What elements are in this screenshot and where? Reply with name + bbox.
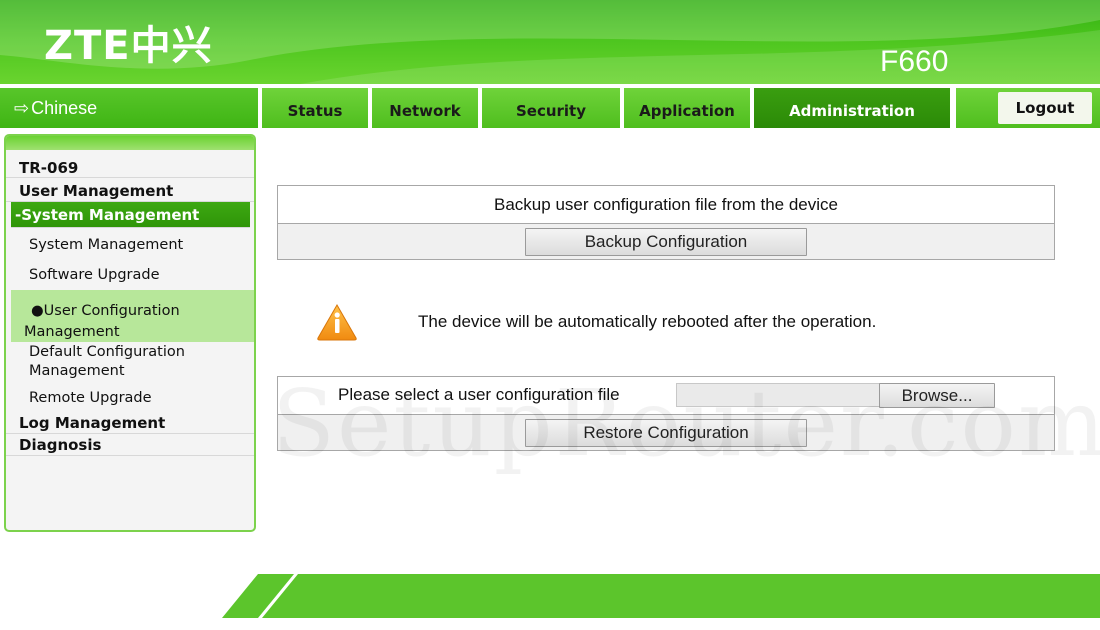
zte-logo: ZTE中兴 [44, 23, 213, 69]
logout-button[interactable]: Logout [998, 92, 1092, 124]
sidebar-item-diagnosis[interactable]: Diagnosis [6, 435, 254, 456]
warning-text: The device will be automatically reboote… [418, 312, 877, 331]
tab-status[interactable]: Status [262, 88, 368, 128]
tab-application[interactable]: Application [624, 88, 750, 128]
header-banner: ZTE中兴 F660 [0, 0, 1100, 84]
warning-icon [317, 303, 357, 341]
sidebar-top-band [6, 136, 254, 150]
user-config-label-line1: User Configuration [43, 303, 180, 319]
sidebar-sub-software-upgrade[interactable]: Software Upgrade [6, 262, 254, 288]
file-path-input[interactable] [676, 383, 880, 407]
backup-section: Backup user configuration file from the … [277, 185, 1055, 260]
backup-description: Backup user configuration file from the … [494, 195, 838, 214]
arrow-right-icon: ⇨ [14, 98, 30, 118]
sidebar-sub-remote-upgrade[interactable]: Remote Upgrade [6, 386, 254, 410]
restore-configuration-button[interactable]: Restore Configuration [525, 419, 807, 447]
user-config-label-line2: Management [24, 324, 120, 340]
restore-section: Please select a user configuration file … [277, 376, 1055, 451]
default-config-label-line2: Management [29, 363, 125, 379]
file-select-label: Please select a user configuration file [338, 385, 620, 404]
sidebar-menu: TR-069 User Management -System Managemen… [4, 134, 256, 532]
tab-network[interactable]: Network [372, 88, 478, 128]
footer-stripe [222, 574, 1100, 618]
default-config-label-line1: Default Configuration [29, 344, 185, 360]
nav-bar: ⇨ Chinese Status Network Security Applica… [0, 88, 1100, 128]
sidebar-sub-default-configuration-management[interactable]: Default Configuration Management [6, 343, 254, 383]
logout-area: Logout [956, 88, 1100, 128]
sidebar-item-tr069[interactable]: TR-069 [6, 158, 254, 178]
sidebar-item-log-management[interactable]: Log Management [6, 412, 254, 434]
tab-security[interactable]: Security [482, 88, 620, 128]
tab-administration[interactable]: Administration [754, 88, 950, 128]
bullet-icon: ● [31, 303, 44, 319]
sidebar-sub-system-management[interactable]: System Management [6, 232, 254, 258]
language-link[interactable]: ⇨ Chinese [0, 88, 258, 128]
browse-button[interactable]: Browse... [879, 383, 995, 408]
device-model: F660 [880, 45, 949, 78]
sidebar-item-user-management[interactable]: User Management [6, 180, 254, 202]
language-label: Chinese [31, 98, 98, 118]
sidebar-sub-user-configuration-management[interactable]: ●User Configuration Management [11, 290, 254, 342]
backup-configuration-button[interactable]: Backup Configuration [525, 228, 807, 256]
sidebar-item-system-management[interactable]: -System Management [11, 202, 250, 228]
